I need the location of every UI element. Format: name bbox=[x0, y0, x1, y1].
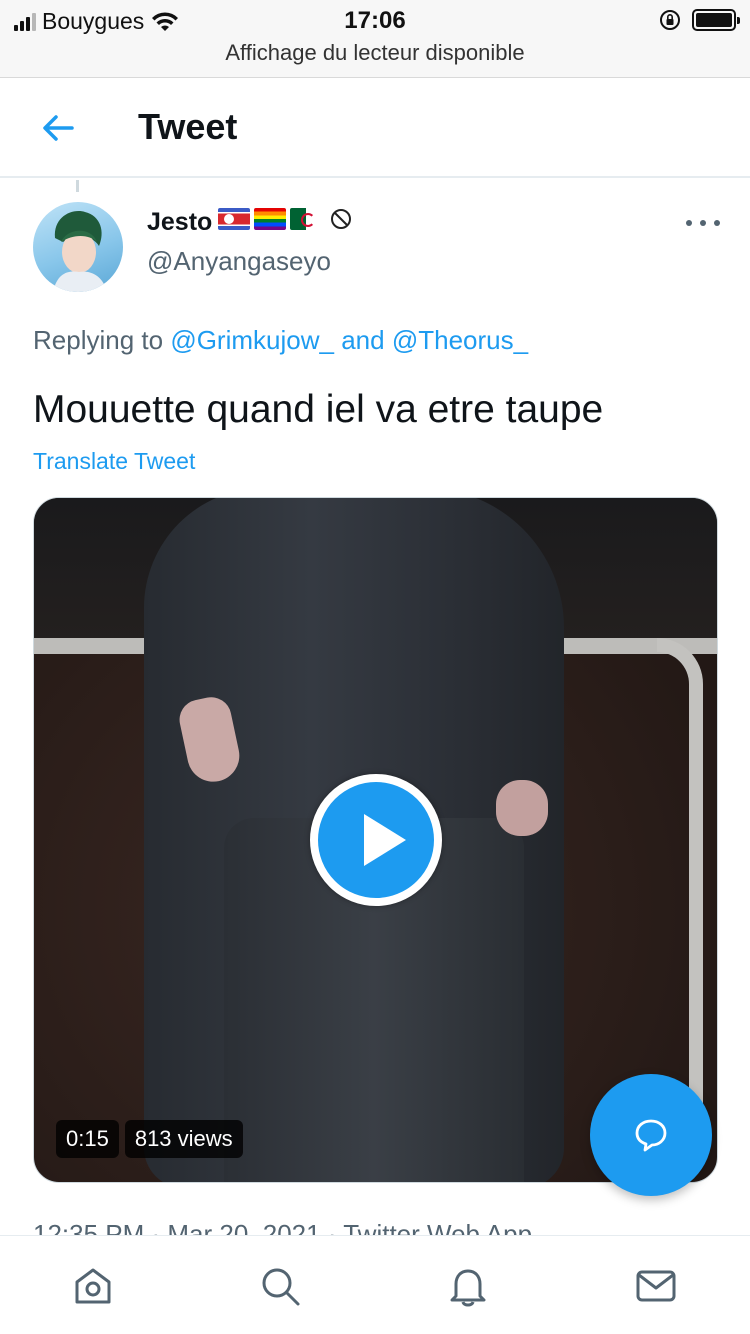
video-duration: 0:15 bbox=[56, 1120, 119, 1158]
north-korea-flag-icon bbox=[218, 208, 250, 230]
reply-fab-button[interactable] bbox=[590, 1074, 712, 1196]
tweet-timestamp: 12:35 PM · Mar 20, 2021 · Twitter Web Ap… bbox=[33, 1219, 533, 1236]
tab-home[interactable] bbox=[69, 1262, 117, 1310]
back-button[interactable] bbox=[36, 108, 80, 148]
mention-link[interactable]: @Theorus_ bbox=[392, 325, 528, 355]
rainbow-flag-icon bbox=[254, 208, 286, 230]
home-icon bbox=[75, 1268, 111, 1304]
more-dot-icon bbox=[700, 220, 706, 226]
status-bar: Bouygues 17:06 Affichage du lecteur disp… bbox=[0, 0, 750, 78]
algeria-flag-icon bbox=[290, 208, 322, 230]
video-player[interactable]: 0:15 813 views bbox=[33, 497, 718, 1183]
name-badges bbox=[218, 208, 352, 230]
video-info: 0:15 813 views bbox=[56, 1120, 243, 1158]
tab-messages[interactable] bbox=[632, 1262, 680, 1310]
avatar[interactable] bbox=[33, 202, 123, 292]
battery-icon bbox=[692, 9, 740, 31]
tweet-text: Mouuette quand iel va etre taupe bbox=[33, 388, 604, 431]
more-dot-icon bbox=[714, 220, 720, 226]
search-icon bbox=[262, 1268, 300, 1306]
bottom-tab-bar bbox=[0, 1235, 750, 1334]
notifications-icon bbox=[450, 1269, 486, 1307]
tab-notifications[interactable] bbox=[444, 1262, 492, 1310]
messages-icon bbox=[636, 1270, 676, 1302]
orientation-lock-icon bbox=[660, 10, 680, 30]
replying-to-prefix: Replying to bbox=[33, 325, 164, 355]
mention-link[interactable]: @Grimkujow_ bbox=[170, 325, 334, 355]
more-dot-icon bbox=[686, 220, 692, 226]
page-title: Tweet bbox=[138, 106, 238, 147]
back-arrow-icon bbox=[43, 115, 74, 141]
reply-bubble-icon bbox=[635, 1119, 667, 1152]
translate-tweet-link[interactable]: Translate Tweet bbox=[33, 448, 195, 475]
top-app-bar: Tweet bbox=[0, 78, 750, 178]
status-right bbox=[658, 8, 740, 32]
avatar-illustration bbox=[53, 211, 107, 292]
play-icon[interactable] bbox=[310, 774, 442, 906]
video-views: 813 views bbox=[124, 1120, 243, 1158]
thread-connector-line bbox=[76, 180, 79, 192]
reply-conjunction[interactable]: and bbox=[341, 325, 384, 355]
replying-to-line: Replying to @Grimkujow_ and @Theorus_ bbox=[33, 325, 528, 356]
no-entry-icon bbox=[331, 209, 351, 229]
clock: 17:06 bbox=[344, 7, 406, 34]
more-options-button[interactable] bbox=[686, 208, 720, 238]
reader-available-label: Affichage du lecteur disponible bbox=[225, 40, 525, 65]
author-name[interactable]: Jesto bbox=[147, 208, 212, 237]
tab-search[interactable] bbox=[256, 1262, 304, 1310]
video-frame-hand bbox=[496, 780, 548, 836]
author-handle[interactable]: @Anyangaseyo bbox=[147, 246, 331, 277]
